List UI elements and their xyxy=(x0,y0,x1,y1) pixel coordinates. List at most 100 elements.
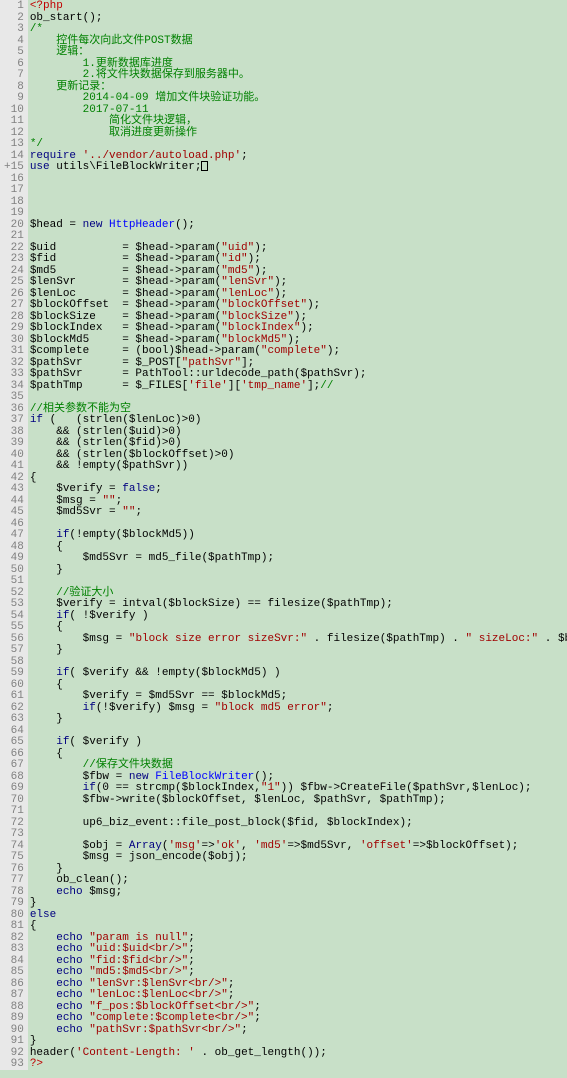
code-line[interactable]: */ xyxy=(30,138,565,150)
code-line[interactable]: //验证大小 xyxy=(30,587,565,599)
code-line[interactable]: else xyxy=(30,909,565,921)
code-line[interactable]: if ( (strlen($lenLoc)>0) xyxy=(30,414,565,426)
code-line[interactable] xyxy=(30,805,565,817)
code-line[interactable] xyxy=(30,184,565,196)
code-line[interactable]: { xyxy=(30,748,565,760)
code-line[interactable]: $lenSvr = $head->param("lenSvr"); xyxy=(30,276,565,288)
code-line[interactable]: } xyxy=(30,713,565,725)
code-line[interactable]: 简化文件块逻辑， xyxy=(30,115,565,127)
code-line[interactable]: echo "fid:$fid<br/>"; xyxy=(30,955,565,967)
code-line[interactable] xyxy=(30,828,565,840)
code-line[interactable]: $verify = $md5Svr == $blockMd5; xyxy=(30,690,565,702)
code-line[interactable]: 2.将文件块数据保存到服务器中。 xyxy=(30,69,565,81)
code-line[interactable]: if(!$verify) $msg = "block md5 error"; xyxy=(30,702,565,714)
code-line[interactable]: if(!empty($blockMd5)) xyxy=(30,529,565,541)
code-line[interactable] xyxy=(30,196,565,208)
code-line[interactable]: $lenLoc = $head->param("lenLoc"); xyxy=(30,288,565,300)
code-line[interactable]: /* xyxy=(30,23,565,35)
code-line[interactable]: 控件每次向此文件POST数据 xyxy=(30,35,565,47)
code-line[interactable]: echo "f_pos:$blockOffset<br/>"; xyxy=(30,1001,565,1013)
code-line[interactable]: } xyxy=(30,863,565,875)
code-line[interactable]: echo "lenLoc:$lenLoc<br/>"; xyxy=(30,989,565,1001)
code-line[interactable]: use utils\FileBlockWriter; xyxy=(30,161,565,173)
code-line[interactable]: $md5Svr = ""; xyxy=(30,506,565,518)
code-line[interactable]: { xyxy=(30,679,565,691)
code-line[interactable]: require '../vendor/autoload.php'; xyxy=(30,150,565,162)
code-line[interactable]: $pathSvr = $_POST["pathSvr"]; xyxy=(30,357,565,369)
code-line[interactable]: if( !$verify ) xyxy=(30,610,565,622)
code-line[interactable]: $obj = Array('msg'=>'ok', 'md5'=>$md5Svr… xyxy=(30,840,565,852)
code-line[interactable]: if( $verify && !empty($blockMd5) ) xyxy=(30,667,565,679)
code-line[interactable]: $verify = false; xyxy=(30,483,565,495)
code-line[interactable]: $msg = "block size error sizeSvr:" . fil… xyxy=(30,633,565,645)
code-line[interactable]: && (strlen($blockOffset)>0) xyxy=(30,449,565,461)
line-number: 33 xyxy=(4,368,24,380)
code-line[interactable]: $msg = json_encode($obj); xyxy=(30,851,565,863)
code-line[interactable]: ob_start(); xyxy=(30,12,565,24)
code-line[interactable]: $blockMd5 = $head->param("blockMd5"); xyxy=(30,334,565,346)
line-number: 88 xyxy=(4,1001,24,1013)
code-line[interactable]: up6_biz_event::file_post_block($fid, $bl… xyxy=(30,817,565,829)
code-line[interactable]: if( $verify ) xyxy=(30,736,565,748)
code-line[interactable]: $head = new HttpHeader(); xyxy=(30,219,565,231)
code-line[interactable]: echo "param is null"; xyxy=(30,932,565,944)
code-line[interactable] xyxy=(30,725,565,737)
code-line[interactable]: 逻辑： xyxy=(30,46,565,58)
code-line[interactable] xyxy=(30,230,565,242)
code-line[interactable]: $complete = (bool)$head->param("complete… xyxy=(30,345,565,357)
code-line[interactable]: echo "complete:$complete<br/>"; xyxy=(30,1012,565,1024)
code-line[interactable]: $blockIndex = $head->param("blockIndex")… xyxy=(30,322,565,334)
code-line[interactable]: //保存文件块数据 xyxy=(30,759,565,771)
code-line[interactable]: } xyxy=(30,644,565,656)
code-line[interactable]: $uid = $head->param("uid"); xyxy=(30,242,565,254)
code-line[interactable]: echo "md5:$md5<br/>"; xyxy=(30,966,565,978)
code-line[interactable] xyxy=(30,207,565,219)
code-line[interactable]: { xyxy=(30,920,565,932)
code-line[interactable]: $pathSvr = PathTool::urldecode_path($pat… xyxy=(30,368,565,380)
code-line[interactable]: && (strlen($uid)>0) xyxy=(30,426,565,438)
code-line[interactable] xyxy=(30,656,565,668)
code-editor-area[interactable]: <?phpob_start();/* 控件每次向此文件POST数据 逻辑： 1.… xyxy=(28,0,567,1070)
code-line[interactable]: $pathTmp = $_FILES['file']['tmp_name'];/… xyxy=(30,380,565,392)
code-line[interactable] xyxy=(30,518,565,530)
code-line[interactable] xyxy=(30,173,565,185)
line-number: 31 xyxy=(4,345,24,357)
code-line[interactable]: $msg = ""; xyxy=(30,495,565,507)
code-line[interactable] xyxy=(30,391,565,403)
code-line[interactable]: $blockOffset = $head->param("blockOffset… xyxy=(30,299,565,311)
code-line[interactable]: $verify = intval($blockSize) == filesize… xyxy=(30,598,565,610)
code-line[interactable]: $md5Svr = md5_file($pathTmp); xyxy=(30,552,565,564)
code-line[interactable] xyxy=(30,575,565,587)
code-line[interactable]: echo "uid:$uid<br/>"; xyxy=(30,943,565,955)
code-line[interactable]: } xyxy=(30,897,565,909)
code-line[interactable]: } xyxy=(30,564,565,576)
code-line[interactable]: 更新记录： xyxy=(30,81,565,93)
code-line[interactable]: //相关参数不能为空 xyxy=(30,403,565,415)
code-line[interactable]: 1.更新数据库进度 xyxy=(30,58,565,70)
code-line[interactable]: ?> xyxy=(30,1058,565,1070)
code-line[interactable]: $fbw = new FileBlockWriter(); xyxy=(30,771,565,783)
code-line[interactable]: ob_clean(); xyxy=(30,874,565,886)
code-line[interactable]: echo "pathSvr:$pathSvr<br/>"; xyxy=(30,1024,565,1036)
code-line[interactable]: $md5 = $head->param("md5"); xyxy=(30,265,565,277)
code-line[interactable]: $fbw->write($blockOffset, $lenLoc, $path… xyxy=(30,794,565,806)
code-line[interactable]: && (strlen($fid)>0) xyxy=(30,437,565,449)
code-line[interactable]: && !empty($pathSvr)) xyxy=(30,460,565,472)
code-line[interactable]: $fid = $head->param("id"); xyxy=(30,253,565,265)
code-line[interactable]: echo $msg; xyxy=(30,886,565,898)
code-line[interactable]: 2017-07-11 xyxy=(30,104,565,116)
code-line[interactable]: } xyxy=(30,1035,565,1047)
code-line[interactable]: echo "lenSvr:$lenSvr<br/>"; xyxy=(30,978,565,990)
line-number: 89 xyxy=(4,1012,24,1024)
line-number: 43 xyxy=(4,483,24,495)
code-line[interactable]: <?php xyxy=(30,0,565,12)
code-line[interactable]: { xyxy=(30,541,565,553)
code-line[interactable]: 取消进度更新操作 xyxy=(30,127,565,139)
code-line[interactable]: header('Content-Length: ' . ob_get_lengt… xyxy=(30,1047,565,1059)
code-line[interactable]: $blockSize = $head->param("blockSize"); xyxy=(30,311,565,323)
line-number: 87 xyxy=(4,989,24,1001)
code-line[interactable]: { xyxy=(30,472,565,484)
code-line[interactable]: 2014-04-09 增加文件块验证功能。 xyxy=(30,92,565,104)
code-line[interactable]: { xyxy=(30,621,565,633)
code-line[interactable]: if(0 == strcmp($blockIndex,"1")) $fbw->C… xyxy=(30,782,565,794)
